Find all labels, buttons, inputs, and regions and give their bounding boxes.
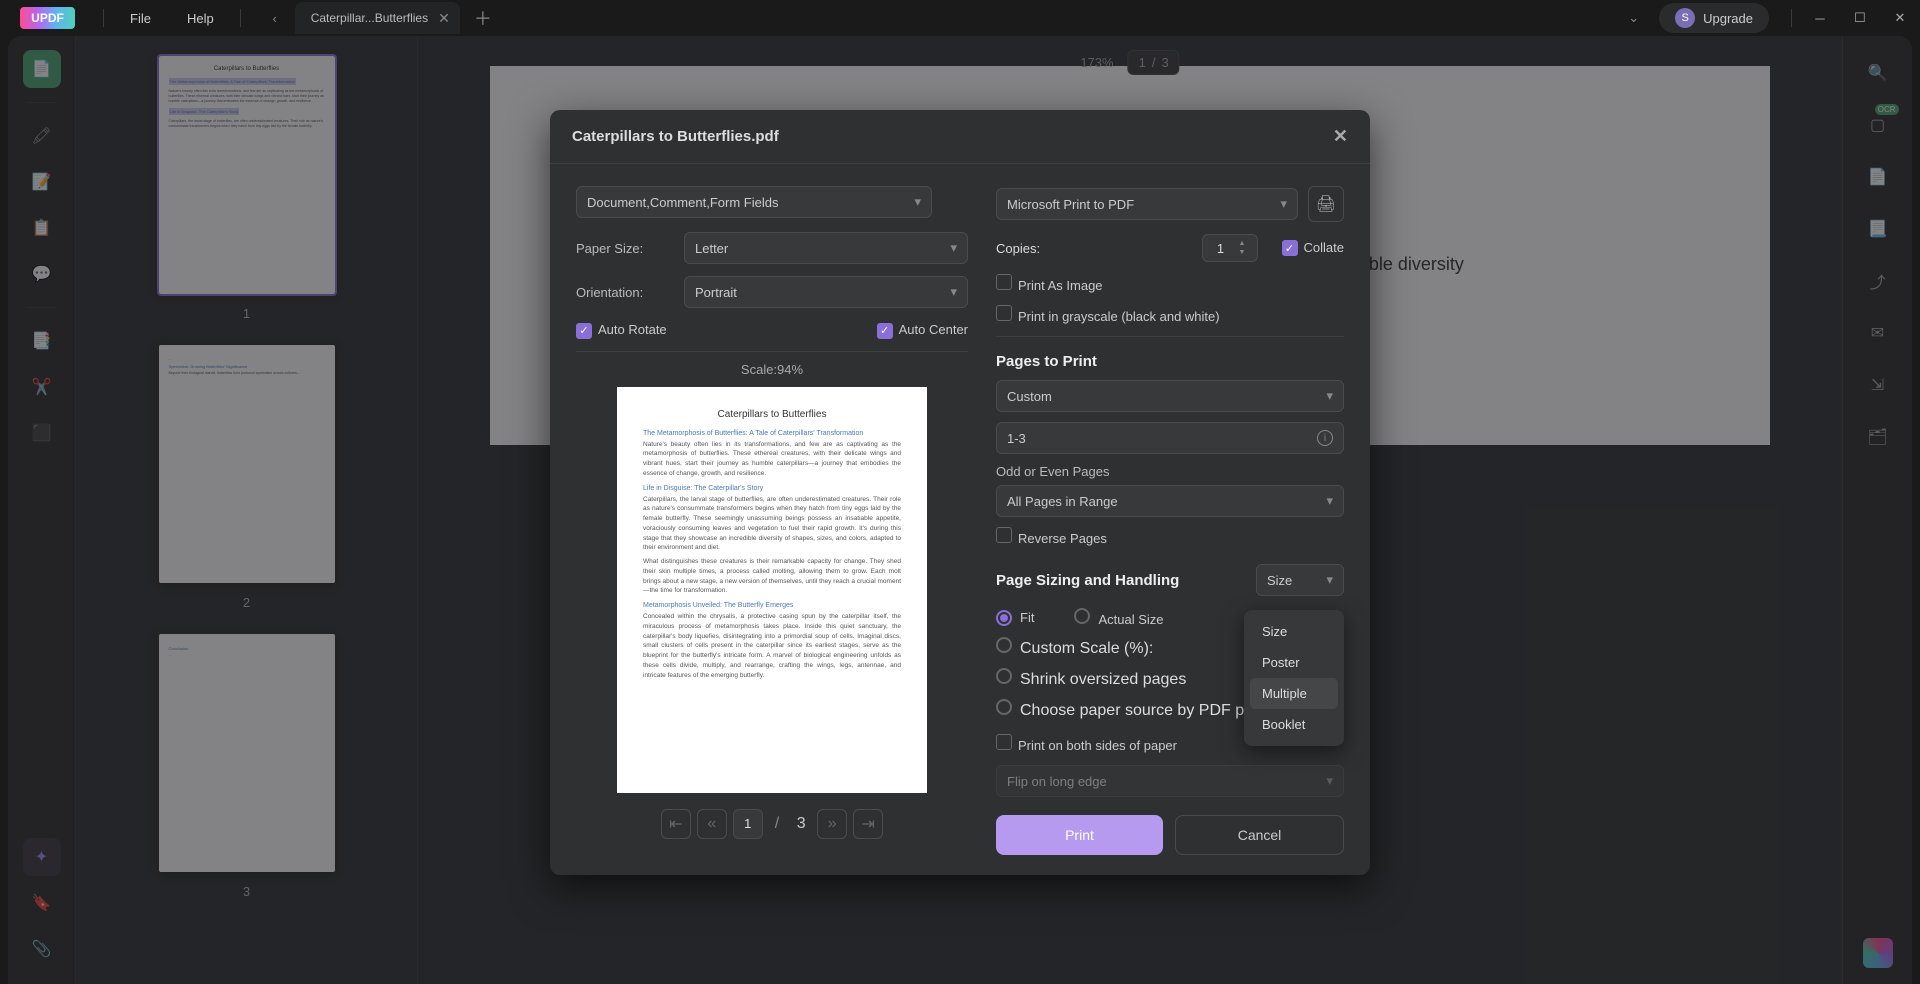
- workspace: 📄 🖍 📝 📋 💬 📑 ✂️ ⬛ ✦ 🔖 📎 Caterpillars to B…: [8, 36, 1912, 984]
- upgrade-button[interactable]: S Upgrade: [1659, 3, 1769, 33]
- logo[interactable]: UPDF: [20, 7, 75, 29]
- page-total: 3: [791, 815, 811, 833]
- last-page-button[interactable]: ⇥: [853, 809, 883, 839]
- info-icon[interactable]: i: [1317, 430, 1333, 446]
- copies-spinner[interactable]: ▲▼: [1202, 234, 1258, 262]
- dialog-header: Caterpillars to Butterflies.pdf ✕: [550, 110, 1370, 164]
- both-sides-checkbox[interactable]: Print on both sides of paper: [996, 734, 1177, 753]
- size-option-multiple[interactable]: Multiple: [1250, 678, 1338, 709]
- minimize-button[interactable]: ─: [1800, 0, 1840, 36]
- dialog-title: Caterpillars to Butterflies.pdf: [572, 128, 779, 145]
- sizing-title: Page Sizing and Handling: [996, 572, 1179, 589]
- tab-close-icon[interactable]: ✕: [438, 10, 450, 27]
- copies-label: Copies:: [996, 241, 1040, 256]
- print-scope-dropdown[interactable]: Document,Comment,Form Fields▾: [576, 186, 932, 218]
- size-dropdown-popup: Size Poster Multiple Booklet: [1244, 610, 1344, 746]
- tab-label: Caterpillar...Butterflies: [311, 11, 428, 25]
- print-as-image-checkbox[interactable]: Print As Image: [996, 274, 1103, 293]
- pages-to-print-title: Pages to Print: [996, 353, 1344, 370]
- odd-even-label: Odd or Even Pages: [996, 464, 1344, 479]
- pages-range-input[interactable]: 1-3 i: [996, 422, 1344, 454]
- page-input[interactable]: [733, 809, 763, 839]
- odd-even-dropdown[interactable]: All Pages in Range▾: [996, 485, 1344, 517]
- collate-checkbox[interactable]: ✓Collate: [1282, 240, 1344, 257]
- fit-radio[interactable]: Fit: [996, 610, 1034, 626]
- upgrade-label: Upgrade: [1703, 11, 1753, 26]
- maximize-button[interactable]: ☐: [1840, 0, 1880, 36]
- orientation-dropdown[interactable]: Portrait▾: [684, 276, 968, 308]
- size-option-size[interactable]: Size: [1250, 616, 1338, 647]
- print-dialog: Caterpillars to Butterflies.pdf ✕ Docume…: [550, 110, 1370, 875]
- actual-size-radio[interactable]: Actual Size: [1074, 608, 1163, 627]
- next-page-button[interactable]: »: [817, 809, 847, 839]
- cancel-button[interactable]: Cancel: [1175, 815, 1344, 855]
- close-button[interactable]: ✕: [1880, 0, 1920, 36]
- paper-size-dropdown[interactable]: Letter▾: [684, 232, 968, 264]
- preview-pager: ⇤ « / 3 » ⇥: [576, 809, 968, 839]
- auto-rotate-checkbox[interactable]: ✓Auto Rotate: [576, 322, 667, 339]
- size-option-poster[interactable]: Poster: [1250, 647, 1338, 678]
- separator: [103, 9, 104, 27]
- chevron-down-icon[interactable]: ⌄: [1628, 10, 1639, 26]
- scale-label: Scale:94%: [576, 362, 968, 377]
- document-tab[interactable]: Caterpillar...Butterflies ✕: [295, 2, 460, 34]
- close-icon[interactable]: ✕: [1333, 126, 1348, 147]
- flip-dropdown: Flip on long edge▾: [996, 765, 1344, 797]
- pages-mode-dropdown[interactable]: Custom▾: [996, 380, 1344, 412]
- titlebar: UPDF File Help ‹ Caterpillar...Butterfli…: [0, 0, 1920, 36]
- printer-settings-icon[interactable]: 🖨: [1308, 186, 1344, 222]
- prev-page-button[interactable]: «: [697, 809, 727, 839]
- sizing-dropdown[interactable]: Size▾: [1256, 564, 1344, 596]
- new-tab-button[interactable]: ＋: [474, 5, 492, 31]
- auto-center-checkbox[interactable]: ✓Auto Center: [877, 322, 968, 339]
- size-option-booklet[interactable]: Booklet: [1250, 709, 1338, 740]
- avatar: S: [1675, 8, 1695, 28]
- menu-file[interactable]: File: [112, 0, 169, 36]
- print-button[interactable]: Print: [996, 815, 1163, 855]
- orientation-label: Orientation:: [576, 285, 670, 300]
- printer-dropdown[interactable]: Microsoft Print to PDF▾: [996, 188, 1298, 220]
- separator: [240, 9, 241, 27]
- print-preview: Caterpillars to Butterflies The Metamorp…: [617, 387, 927, 793]
- reverse-pages-checkbox[interactable]: Reverse Pages: [996, 527, 1107, 546]
- prev-tab-button[interactable]: ‹: [261, 4, 289, 32]
- print-grayscale-checkbox[interactable]: Print in grayscale (black and white): [996, 305, 1220, 324]
- first-page-button[interactable]: ⇤: [661, 809, 691, 839]
- separator: [1791, 9, 1792, 27]
- paper-size-label: Paper Size:: [576, 241, 670, 256]
- menu-help[interactable]: Help: [169, 0, 232, 36]
